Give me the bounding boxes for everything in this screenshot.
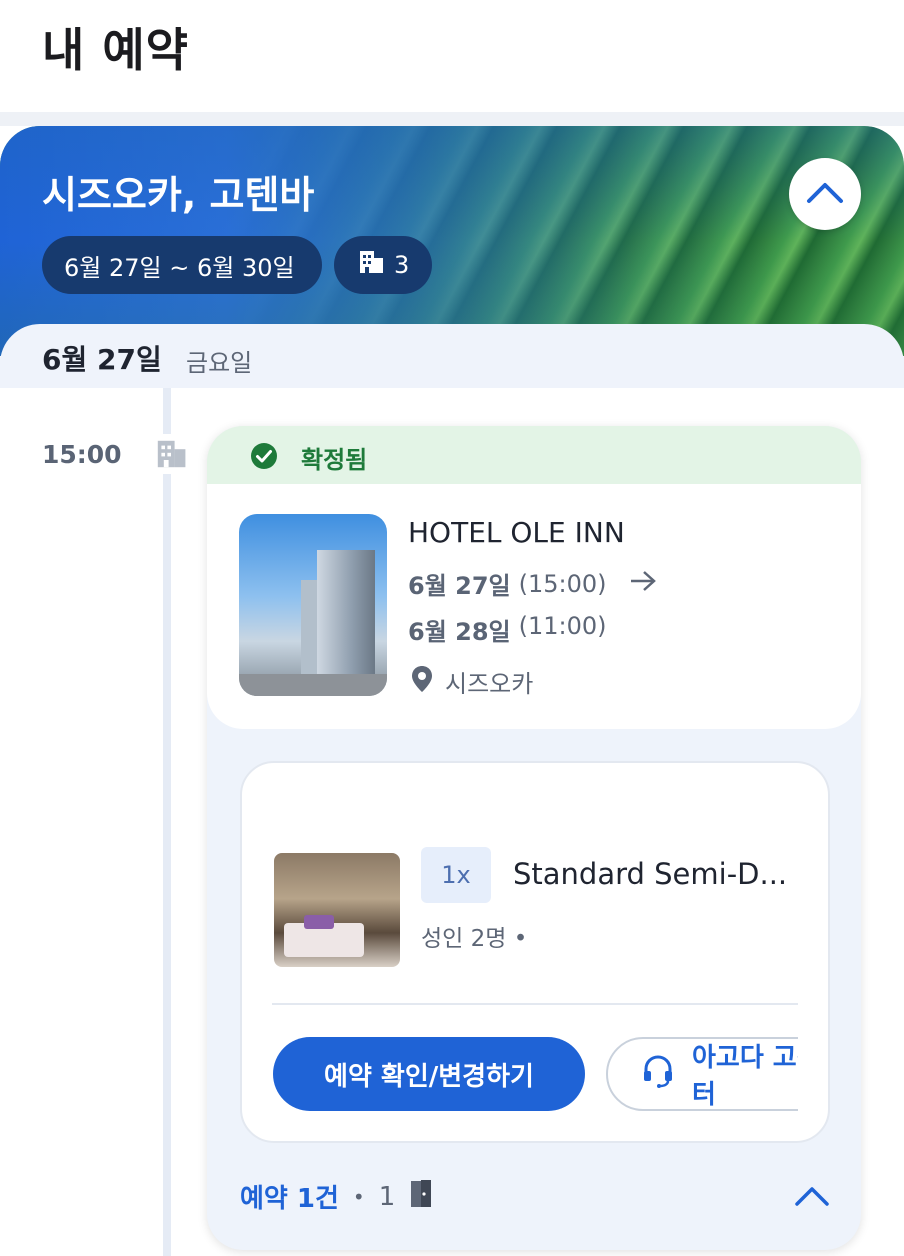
hotel-building-icon xyxy=(152,434,190,474)
room-count: 1 xyxy=(378,1181,396,1212)
arrow-right-icon xyxy=(629,570,657,598)
trip-property-count: 3 xyxy=(394,251,410,279)
trip-card[interactable]: 시즈오카, 고텐바 6월 27일 ~ 6월 30일 3 6월 27일 금요일 xyxy=(0,126,904,388)
headset-icon xyxy=(640,1053,676,1096)
booking-summary[interactable]: 예약 1건 • 1 xyxy=(240,1178,433,1215)
divider xyxy=(272,1003,798,1005)
support-button-clip: 아고다 고객센터 xyxy=(606,1037,798,1111)
door-icon xyxy=(409,1178,433,1215)
location-pin-icon xyxy=(411,665,433,699)
room-photo xyxy=(274,853,400,967)
chevron-up-icon xyxy=(805,180,845,208)
collapse-booking-button[interactable] xyxy=(793,1184,831,1212)
room-guests: 성인 2명 • xyxy=(421,926,528,952)
summary-separator: • xyxy=(352,1184,365,1209)
chevron-up-icon xyxy=(793,1187,831,1212)
checkin-row: 6월 27일 (15:00) xyxy=(408,566,657,601)
trip-date-range: 6월 27일 ~ 6월 30일 xyxy=(64,253,295,282)
booking-card[interactable]: 확정됨 HOTEL OLE INN 6월 27일 (15:00) 6월 28일 … xyxy=(207,426,861,1250)
trip-date-chip: 6월 27일 ~ 6월 30일 xyxy=(42,236,322,294)
section-divider xyxy=(0,112,904,126)
location-label: 시즈오카 xyxy=(445,670,534,698)
room-quantity-badge: 1x xyxy=(421,847,491,903)
day-weekday: 금요일 xyxy=(186,349,253,377)
status-label: 확정됨 xyxy=(301,446,368,474)
page-header: 내 예약 xyxy=(0,0,904,112)
hotel-name: HOTEL OLE INN xyxy=(408,516,625,549)
trip-title: 시즈오카, 고텐바 xyxy=(42,173,315,217)
checkin-time: (15:00) xyxy=(518,569,607,598)
trip-property-chip: 3 xyxy=(334,236,432,294)
check-circle-icon xyxy=(250,442,278,474)
checkout-date: 6월 28일 xyxy=(408,618,511,646)
hotel-photo xyxy=(239,514,387,696)
booking-count: 예약 1건 xyxy=(240,1184,339,1214)
day-header: 6월 27일 금요일 xyxy=(0,324,904,388)
page-title: 내 예약 xyxy=(42,23,189,77)
customer-support-button[interactable]: 아고다 고객센터 xyxy=(606,1037,798,1111)
room-name: Standard Semi-D... xyxy=(513,857,788,891)
checkin-date: 6월 27일 xyxy=(408,572,511,600)
room-details: 1x Standard Semi-D... 성인 2명 • 예약 확인/변경하기… xyxy=(240,761,830,1143)
status-banner: 확정됨 xyxy=(207,426,861,484)
collapse-trip-button[interactable] xyxy=(789,158,861,230)
customer-support-label: 아고다 고객센터 xyxy=(692,1043,798,1110)
manage-booking-button[interactable]: 예약 확인/변경하기 xyxy=(273,1037,585,1111)
hotel-building-icon xyxy=(356,247,386,283)
timeline-time: 15:00 xyxy=(42,440,122,469)
day-date: 6월 27일 xyxy=(42,343,162,376)
checkout-time: (11:00) xyxy=(518,612,607,640)
timeline-line xyxy=(163,388,171,1256)
hotel-location: 시즈오카 xyxy=(411,664,533,699)
checkout-row: 6월 28일 (11:00) xyxy=(408,612,607,647)
